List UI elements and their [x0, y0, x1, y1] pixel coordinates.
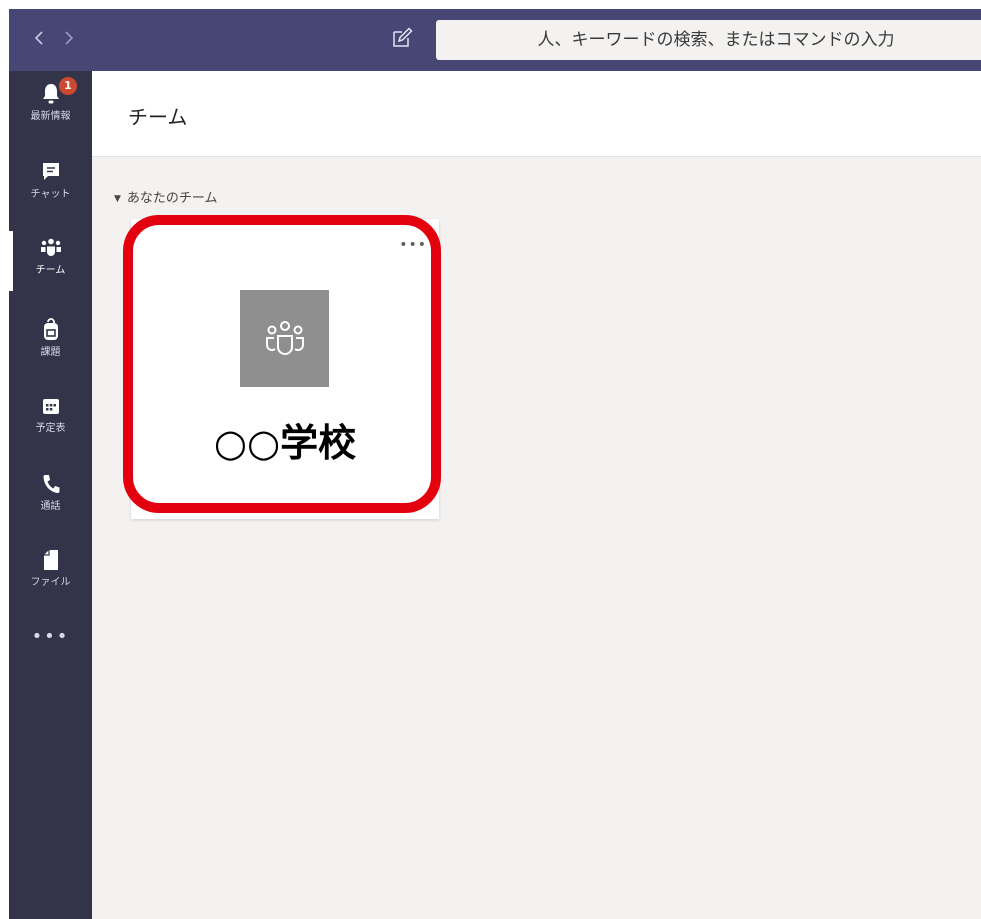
teams-icon — [40, 238, 61, 256]
file-icon — [43, 550, 58, 570]
rail-item-calls[interactable]: 通話 — [9, 461, 92, 531]
chat-icon — [42, 163, 59, 180]
compose-button[interactable] — [389, 25, 415, 51]
teams-app-window: 1 最新情報 チャット チーム — [9, 9, 981, 919]
rail-item-label: チャット — [30, 189, 71, 200]
calendar-icon — [42, 399, 59, 414]
team-more-options-button[interactable]: ••• — [399, 237, 427, 253]
page-header: チーム — [92, 71, 981, 157]
rail-item-activity[interactable]: 1 最新情報 — [9, 71, 92, 141]
team-avatar-icon — [265, 320, 304, 355]
title-bar — [9, 9, 981, 71]
back-button[interactable] — [29, 25, 49, 53]
activity-count-badge: 1 — [59, 77, 77, 95]
rail-item-label: 最新情報 — [30, 111, 71, 122]
rail-item-teams[interactable]: チーム — [9, 225, 92, 295]
caret-down-icon: ▼ — [114, 194, 121, 204]
forward-button[interactable] — [59, 25, 79, 53]
chevron-left-icon — [34, 31, 43, 45]
rail-item-assignments[interactable]: 課題 — [9, 307, 92, 377]
your-teams-section-toggle[interactable]: ▼ あなたのチーム — [114, 187, 218, 206]
rail-item-calendar[interactable]: 予定表 — [9, 383, 92, 453]
section-label: あなたのチーム — [126, 191, 218, 206]
more-apps-button[interactable]: ••• — [9, 626, 92, 656]
search-input[interactable] — [436, 20, 981, 60]
rail-item-label: 課題 — [40, 347, 61, 358]
rail-item-label: チーム — [35, 265, 66, 276]
chevron-right-icon — [65, 31, 74, 45]
rail-item-label: ファイル — [30, 577, 71, 588]
rail-item-label: 予定表 — [35, 423, 66, 434]
rail-item-files[interactable]: ファイル — [9, 537, 92, 607]
team-avatar — [240, 290, 329, 387]
team-name: ○○学校 — [213, 421, 357, 465]
compose-icon — [393, 27, 413, 47]
page-title: チーム — [128, 105, 188, 129]
rail-item-chat[interactable]: チャット — [9, 149, 92, 219]
backpack-icon — [43, 318, 58, 340]
rail-item-label: 通話 — [40, 501, 61, 512]
team-card[interactable]: ••• ○○学校 — [131, 219, 439, 519]
app-rail: 1 最新情報 チャット チーム 課題 予定表 通話 ファイル ••• — [9, 71, 92, 919]
phone-icon — [43, 475, 59, 493]
